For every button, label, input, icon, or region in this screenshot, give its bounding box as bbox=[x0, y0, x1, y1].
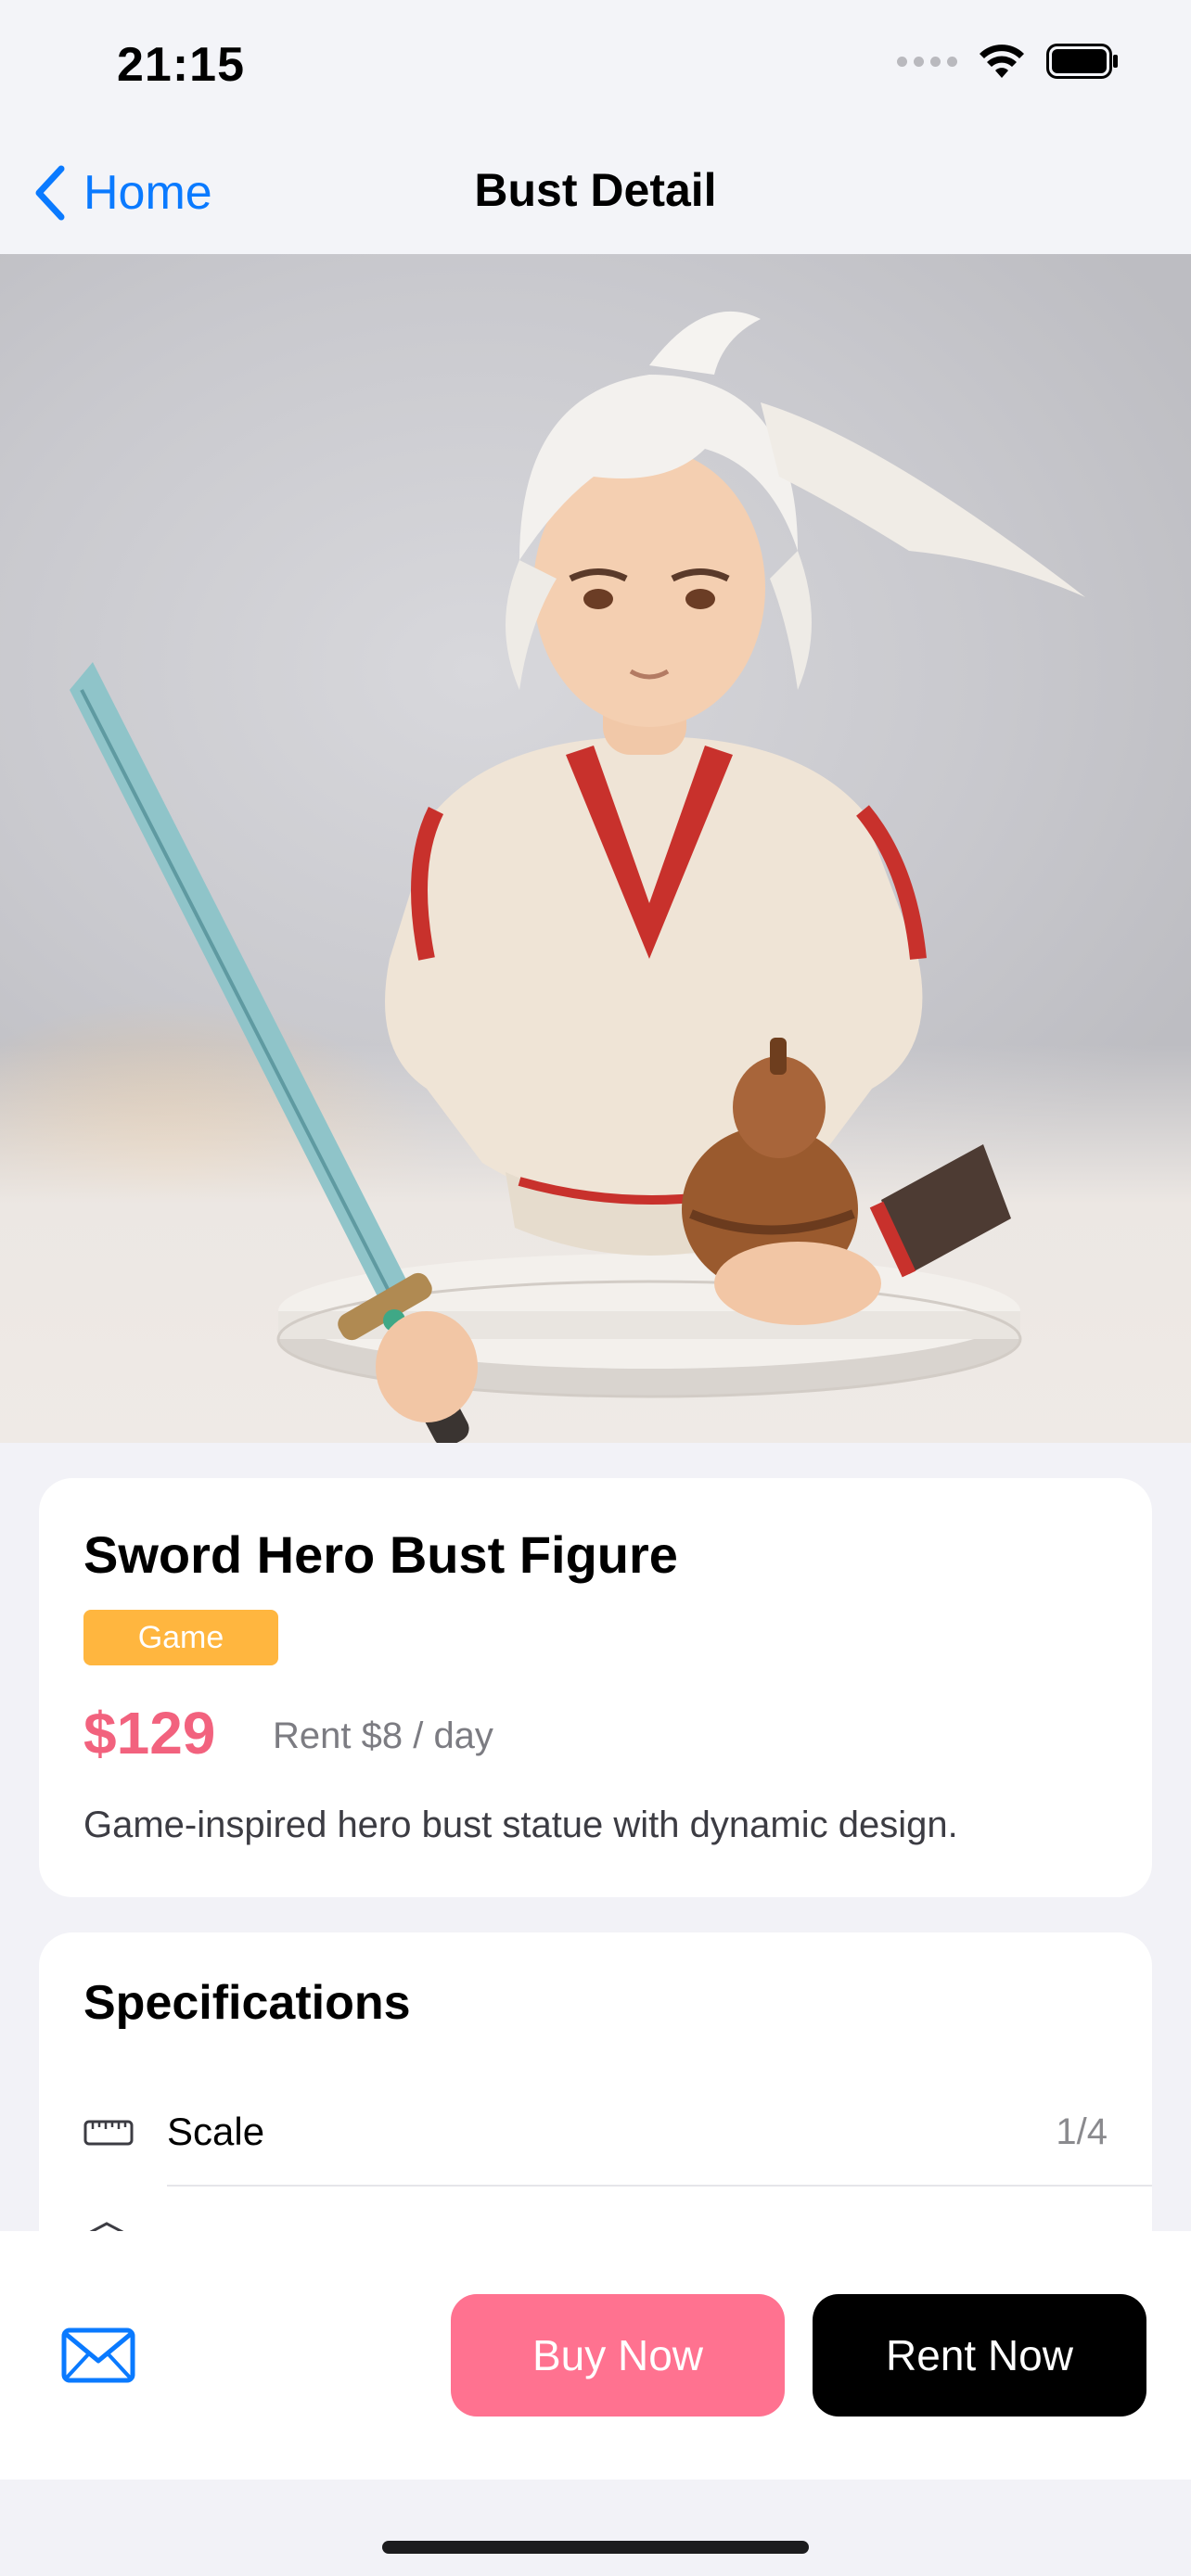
spec-row-scale: Scale 1/4 bbox=[83, 2090, 1108, 2174]
product-info-card: Sword Hero Bust Figure Game $129 Rent $8… bbox=[39, 1478, 1152, 1897]
rent-price: Rent $8 / day bbox=[273, 1715, 493, 1756]
status-time: 21:15 bbox=[117, 38, 245, 92]
spec-label: Scale bbox=[167, 2110, 265, 2153]
buy-now-button[interactable]: Buy Now bbox=[451, 2294, 785, 2417]
navigation-bar: Home Bust Detail bbox=[0, 130, 1191, 254]
product-price: $129 bbox=[83, 1700, 216, 1766]
spec-value: 1/4 bbox=[1056, 2111, 1108, 2152]
spec-divider bbox=[167, 2185, 1152, 2187]
category-badge: Game bbox=[83, 1610, 278, 1665]
page-title: Bust Detail bbox=[474, 164, 717, 216]
cellular-signal-icon bbox=[897, 56, 957, 67]
home-indicator[interactable] bbox=[382, 2541, 809, 2554]
wifi-icon bbox=[980, 45, 1024, 78]
contact-button[interactable] bbox=[61, 2327, 135, 2388]
product-photo bbox=[70, 311, 1085, 1443]
status-icons bbox=[897, 43, 1119, 80]
bottom-action-bar: Buy Now Rent Now bbox=[0, 2231, 1191, 2480]
product-image bbox=[0, 254, 1191, 1443]
mail-icon bbox=[61, 2327, 135, 2383]
status-bar: 21:15 bbox=[0, 0, 1191, 130]
ruler-icon bbox=[83, 2120, 134, 2146]
battery-icon bbox=[1046, 44, 1118, 79]
specifications-title: Specifications bbox=[83, 1976, 411, 2030]
rent-now-button[interactable]: Rent Now bbox=[813, 2294, 1146, 2417]
product-name: Sword Hero Bust Figure bbox=[83, 1525, 678, 1584]
product-description: Game-inspired hero bust statue with dyna… bbox=[83, 1804, 958, 1845]
